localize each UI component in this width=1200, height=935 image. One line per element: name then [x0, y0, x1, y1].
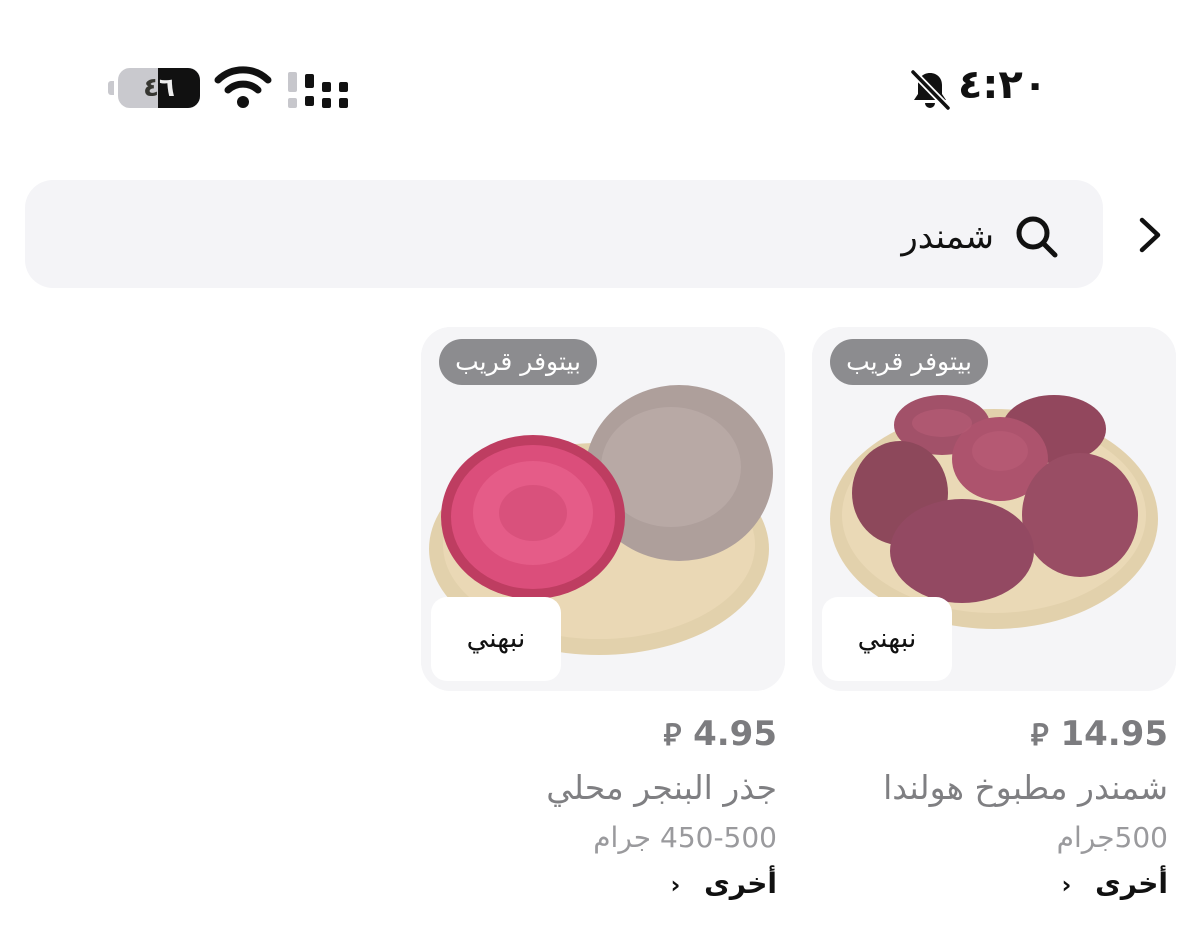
bell-muted-icon [909, 68, 952, 112]
price-value: 14.95 [1060, 714, 1168, 754]
notify-me-button[interactable]: نبهني [431, 597, 561, 681]
product-weight: 500جرام [1056, 821, 1168, 854]
more-label: أخرى [1095, 867, 1168, 900]
product-info: 4.95 ⃁ جذر البنجر محلي 450-500 جرام أخرى… [421, 712, 777, 904]
more-options-link[interactable]: أخرى ‹ [812, 864, 1169, 904]
product-weight: 450-500 جرام [593, 821, 777, 854]
riyal-icon: ⃁ [1030, 718, 1049, 753]
battery-level: ٤٦ [143, 73, 175, 103]
riyal-icon: ⃁ [663, 718, 682, 753]
search-icon [1016, 216, 1058, 258]
availability-badge: بيتوفر قريب [830, 339, 988, 385]
product-card-image[interactable]: بيتوفر قريب نبهني [812, 327, 1176, 691]
wifi-icon [214, 66, 272, 108]
search-input[interactable]: شمندر [901, 210, 994, 264]
more-label: أخرى [704, 867, 777, 900]
chevron-left-icon: ‹ [1061, 871, 1072, 899]
notify-me-button[interactable]: نبهني [822, 597, 952, 681]
status-time: ٤:٢٠ [958, 62, 1048, 108]
chevron-right-icon[interactable] [1128, 210, 1172, 260]
availability-badge: بيتوفر قريب [439, 339, 597, 385]
product-name[interactable]: شمندر مطبوخ هولندا [812, 762, 1168, 814]
chevron-left-icon: ‹ [670, 871, 681, 899]
price-value: 4.95 [693, 714, 777, 754]
product-price: 4.95 ⃁ [421, 712, 777, 756]
product-card-image[interactable]: بيتوفر قريب نبهني [421, 327, 785, 691]
battery-icon: ٤٦ [108, 68, 200, 110]
product-info: 14.95 ⃁ شمندر مطبوخ هولندا 500جرام أخرى … [812, 712, 1168, 904]
cellular-signal-icon [288, 72, 348, 108]
more-options-link[interactable]: أخرى ‹ [421, 864, 778, 904]
product-price: 14.95 ⃁ [812, 712, 1168, 756]
product-name[interactable]: جذر البنجر محلي [421, 762, 777, 814]
